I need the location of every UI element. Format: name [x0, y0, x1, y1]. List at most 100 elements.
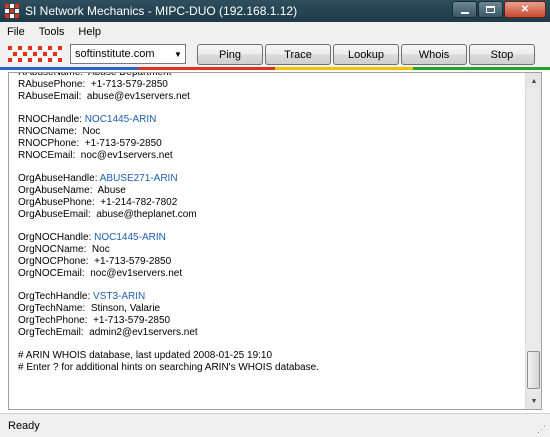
window-title: SI Network Mechanics - MIPC-DUO (192.168…	[25, 4, 298, 18]
output-label: OrgTechPhone:	[18, 314, 88, 326]
output-line: OrgAbuseEmail: abuse@theplanet.com	[18, 209, 523, 221]
logo-cell	[58, 52, 62, 56]
output-label: OrgAbusePhone:	[18, 196, 95, 208]
logo-cell	[33, 58, 37, 62]
handle-link[interactable]: ABUSE271-ARIN	[100, 173, 178, 184]
output-label: OrgNOCEmail:	[18, 267, 85, 279]
handle-link[interactable]: VST3-ARIN	[93, 291, 145, 302]
menu-bar: File Tools Help	[0, 22, 550, 41]
menu-file[interactable]: File	[0, 26, 32, 38]
logo-cell	[28, 58, 32, 62]
output-label: RNOCName:	[18, 125, 77, 137]
output-value: noc@ev1servers.net	[80, 149, 173, 161]
output-label: RAbuseName:	[18, 72, 84, 78]
output-line: RNOCHandle: NOC1445-ARIN	[18, 114, 523, 126]
lookup-button[interactable]: Lookup	[333, 44, 399, 65]
ping-button[interactable]: Ping	[197, 44, 263, 65]
output-label: OrgAbuseName:	[18, 184, 93, 196]
output-value: Abuse	[97, 184, 126, 196]
output-label: RAbuseEmail:	[18, 90, 82, 102]
vertical-scrollbar[interactable]: ▲ ▼	[525, 73, 541, 409]
output-value: abuse@theplanet.com	[96, 208, 197, 220]
output-value: noc@ev1servers.net	[90, 267, 183, 279]
output-line: OrgTechPhone: +1-713-579-2850	[18, 315, 523, 327]
logo-cell	[8, 52, 12, 56]
output-line: RNOCPhone: +1-713-579-2850	[18, 138, 523, 150]
logo-cell	[43, 46, 47, 50]
output-label: RNOCHandle:	[18, 114, 82, 126]
host-combobox[interactable]: softinstitute.com ▼	[70, 44, 186, 64]
color-strip-segment	[137, 67, 275, 70]
color-strip-segment	[275, 67, 413, 70]
close-button[interactable]: ✕	[504, 1, 546, 18]
logo-cell	[8, 46, 12, 50]
logo-cell	[58, 58, 62, 62]
maximize-icon	[486, 6, 495, 13]
handle-link[interactable]: NOC1445-ARIN	[85, 114, 157, 125]
logo-cell	[13, 46, 17, 50]
logo-cell	[38, 52, 42, 56]
logo-cell	[48, 58, 52, 62]
output-line: OrgTechEmail: admin2@ev1servers.net	[18, 327, 523, 339]
output-label: RNOCPhone:	[18, 137, 80, 149]
whois-output[interactable]: RAbuseName: Abuse Department RAbusePhone:…	[8, 72, 542, 410]
menu-help[interactable]: Help	[71, 26, 108, 38]
output-line: RNOCEmail: noc@ev1servers.net	[18, 150, 523, 162]
scroll-down-icon[interactable]: ▼	[526, 393, 541, 409]
output-line: OrgNOCName: Noc	[18, 244, 523, 256]
maximize-button[interactable]	[478, 1, 503, 18]
logo-cell	[18, 58, 22, 62]
stop-button[interactable]: Stop	[469, 44, 535, 65]
output-lines: RAbuseName: Abuse Department RAbusePhone:…	[18, 72, 523, 374]
output-line: OrgAbuseHandle: ABUSE271-ARIN	[18, 173, 523, 185]
output-line: # ARIN WHOIS database, last updated 2008…	[18, 350, 523, 362]
logo-cell	[58, 46, 62, 50]
output-label: OrgNOCPhone:	[18, 255, 89, 267]
resize-grip-icon[interactable]: ⋰	[537, 424, 548, 435]
output-value: +1-214-782-7802	[100, 196, 178, 208]
scroll-up-icon[interactable]: ▲	[526, 73, 541, 89]
color-strip	[0, 67, 550, 70]
logo-cell	[53, 52, 57, 56]
output-line: RAbuseName: Abuse Department	[18, 72, 523, 79]
scroll-thumb[interactable]	[527, 351, 540, 389]
logo-cell	[33, 46, 37, 50]
logo-cell	[8, 58, 12, 62]
menu-tools[interactable]: Tools	[32, 26, 72, 38]
color-strip-segment	[412, 67, 550, 70]
minimize-icon	[460, 11, 469, 14]
output-line: OrgNOCEmail: noc@ev1servers.net	[18, 268, 523, 280]
output-line: # Enter ? for additional hints on search…	[18, 362, 523, 374]
output-line: RAbuseEmail: abuse@ev1servers.net	[18, 91, 523, 103]
output-line: OrgTechName: Stinson, Valarie	[18, 303, 523, 315]
app-logo	[8, 45, 64, 63]
output-label: OrgTechHandle:	[18, 291, 91, 303]
output-line: OrgAbuseName: Abuse	[18, 185, 523, 197]
close-icon: ✕	[520, 4, 530, 15]
handle-link[interactable]: NOC1445-ARIN	[94, 232, 166, 243]
output-line: RNOCName: Noc	[18, 126, 523, 138]
chevron-down-icon[interactable]: ▼	[171, 50, 185, 59]
logo-cell	[53, 58, 57, 62]
logo-cell	[28, 52, 32, 56]
output-value: +1-713-579-2850	[94, 255, 172, 267]
host-input[interactable]: softinstitute.com	[71, 48, 171, 60]
logo-cell	[13, 58, 17, 62]
logo-cell	[48, 52, 52, 56]
output-label: OrgNOCName:	[18, 243, 87, 255]
output-label: OrgAbuseEmail:	[18, 208, 91, 220]
output-value: Noc	[91, 243, 110, 255]
output-line: RAbusePhone: +1-713-579-2850	[18, 79, 523, 91]
output-value: +1-713-579-2850	[93, 314, 171, 326]
trace-button[interactable]: Trace	[265, 44, 331, 65]
whois-button[interactable]: Whois	[401, 44, 467, 65]
logo-cell	[18, 46, 22, 50]
logo-cell	[13, 52, 17, 56]
output-value: +1-713-579-2850	[90, 78, 168, 90]
minimize-button[interactable]	[452, 1, 477, 18]
toolbar: softinstitute.com ▼ Ping Trace Lookup Wh…	[0, 41, 550, 67]
output-line: OrgNOCHandle: NOC1445-ARIN	[18, 232, 523, 244]
